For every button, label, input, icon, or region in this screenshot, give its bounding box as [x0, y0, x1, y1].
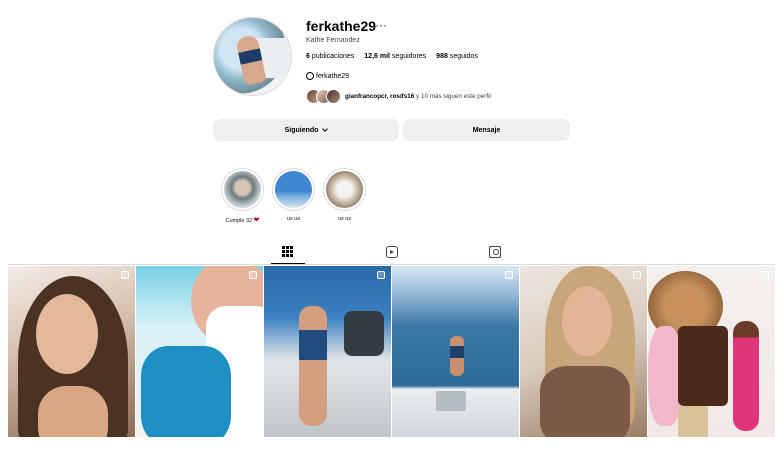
message-button-label: Mensaje [472, 126, 501, 134]
threads-link[interactable]: ferkathe29 [306, 72, 349, 80]
post-thumbnail[interactable] [648, 266, 775, 437]
tabs-divider [8, 264, 775, 265]
highlight-label: us us [337, 216, 352, 222]
follower-avatar [326, 88, 341, 104]
post-photo-face [36, 294, 98, 374]
post-photo-shoulder [38, 386, 108, 437]
posts-tab-grid-icon[interactable] [282, 246, 293, 257]
message-button[interactable]: Mensaje [403, 119, 570, 141]
post-photo-engine [344, 311, 384, 356]
post-photo-backdrop [678, 326, 728, 406]
highlight-cover [224, 171, 261, 208]
carousel-badge-icon [377, 271, 385, 279]
followed-by-text: gianfrancopcr, rosifs16 y 10 más siguen … [345, 92, 491, 100]
highlight-item[interactable]: Cumple 32 ❤ [221, 168, 264, 224]
highlight-ring [323, 168, 366, 211]
following-button-label: Siguiendo [284, 126, 319, 134]
profile-full-name: Kathe Fernandez [306, 37, 360, 44]
post-photo-person [733, 321, 759, 431]
highlight-label: us us [286, 216, 301, 222]
profile-stats: 6 publicaciones 12,6 mil seguidores 988 … [306, 53, 478, 60]
reel-badge-icon [121, 271, 129, 279]
chevron-down-icon [322, 126, 329, 132]
highlight-label: Cumple 32 ❤ [225, 217, 260, 224]
highlight-item[interactable]: us us [323, 168, 366, 222]
following-stat[interactable]: 988 seguidos [436, 53, 478, 60]
heart-icon: ❤ [253, 217, 260, 224]
highlight-ring [221, 168, 264, 211]
highlight-cover [326, 171, 363, 208]
carousel-badge-icon [505, 271, 513, 279]
followers-stat[interactable]: 12,6 mil seguidores [364, 53, 426, 60]
highlight-cover [275, 171, 312, 208]
threads-handle: ferkathe29 [316, 72, 350, 80]
post-thumbnail[interactable] [392, 266, 519, 437]
post-thumbnail[interactable] [264, 266, 391, 437]
post-photo-hatch [436, 391, 466, 411]
carousel-badge-icon [249, 271, 257, 279]
post-photo-top [540, 366, 630, 437]
more-options-icon[interactable]: ··· [375, 18, 387, 32]
followed-by[interactable]: gianfrancopcr, rosifs16 y 10 más siguen … [306, 88, 491, 104]
post-photo-person [450, 336, 464, 376]
tagged-tab-icon[interactable] [489, 246, 501, 258]
reels-tab-icon[interactable] [386, 246, 398, 258]
post-photo-swimsuit [141, 346, 231, 437]
following-button[interactable]: Siguiendo [213, 119, 399, 141]
threads-icon [306, 72, 314, 80]
posts-stat: 6 publicaciones [306, 53, 355, 60]
post-thumbnail[interactable] [520, 266, 647, 437]
profile-avatar[interactable] [213, 17, 292, 96]
post-thumbnail[interactable] [136, 266, 263, 437]
carousel-badge-icon [633, 271, 641, 279]
profile-username: ferkathe29 [306, 18, 377, 34]
post-thumbnail[interactable] [8, 266, 135, 437]
post-photo-person [299, 306, 327, 426]
highlight-ring [272, 168, 315, 211]
highlight-item[interactable]: us us [272, 168, 315, 222]
post-photo-gift-box [678, 406, 708, 437]
post-photo-face [562, 286, 612, 356]
carousel-badge-icon [761, 271, 769, 279]
active-tab-indicator [271, 263, 305, 264]
